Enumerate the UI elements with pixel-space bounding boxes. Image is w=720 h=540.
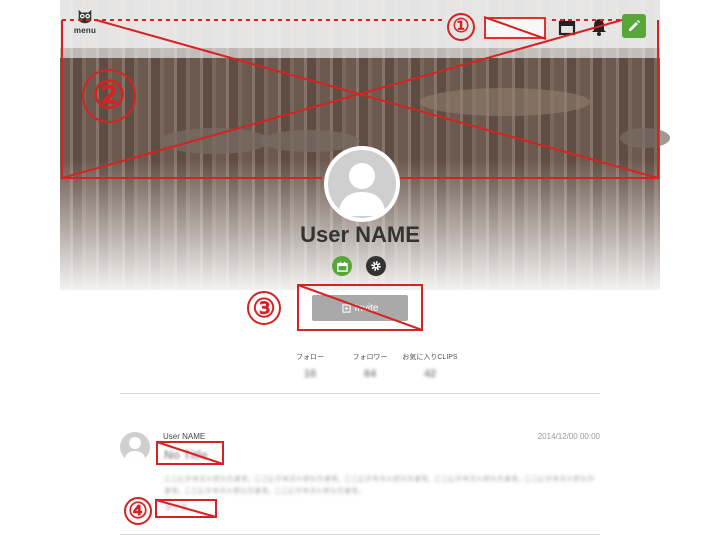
post-item[interactable]: User NAME 2014/12/00 00:00 No Title ここにテ… — [120, 430, 600, 520]
invite-button[interactable]: Invite — [312, 295, 408, 321]
invite-icon — [341, 303, 351, 313]
stat-value: 42 — [423, 368, 437, 380]
stat-value: 64 — [363, 368, 377, 380]
post-user-name[interactable]: User NAME — [163, 432, 205, 441]
post-tag[interactable]: タグ名 — [164, 502, 188, 513]
calendar-icon — [336, 261, 348, 272]
calendar-badge[interactable] — [332, 256, 352, 276]
profile-stats: フォロー 10 フォロワー 64 お気に入りCLIPS 42 — [280, 352, 460, 380]
profile-page: menu User NAME Invite フォロー 10 フォロワー 64 お… — [0, 0, 720, 540]
avatar[interactable] — [328, 150, 396, 218]
post-body: ここにテキストが入ります。ここにテキストが入ります。ここにテキストが入ります。こ… — [164, 476, 595, 495]
stat-value: 10 — [303, 368, 317, 380]
post-date: 2014/12/00 00:00 — [537, 432, 600, 441]
edit-button[interactable] — [622, 14, 646, 38]
annotation-2: ② — [82, 69, 136, 123]
header-divider — [60, 48, 660, 58]
stat-label: お気に入りCLIPS — [402, 354, 458, 361]
annotation-3: ③ — [247, 291, 281, 325]
bell-icon — [592, 19, 606, 36]
settings-badge[interactable] — [366, 256, 386, 276]
user-silhouette-icon — [124, 437, 146, 462]
annotation-1: ① — [447, 13, 475, 41]
invite-label: Invite — [354, 302, 379, 314]
profile-badges — [332, 256, 386, 276]
pencil-icon — [629, 20, 640, 31]
search-input[interactable] — [484, 17, 546, 39]
stat-label: フォロー — [296, 354, 324, 361]
stat-follow[interactable]: フォロー 10 — [280, 352, 340, 380]
menu-button[interactable]: menu — [70, 8, 100, 42]
calendar-button[interactable] — [556, 16, 578, 38]
gear-icon — [371, 261, 381, 271]
notifications-button[interactable] — [588, 16, 610, 38]
stat-followers[interactable]: フォロワー 64 — [340, 352, 400, 380]
section-divider — [120, 393, 600, 394]
post-title[interactable]: No Title — [164, 448, 208, 462]
section-divider — [120, 534, 600, 535]
annotation-4: ④ — [124, 497, 152, 525]
post-avatar[interactable] — [120, 432, 150, 462]
user-silhouette-icon — [338, 163, 386, 216]
calendar-icon — [558, 19, 576, 36]
menu-label: menu — [73, 26, 97, 35]
stat-favorite-clips[interactable]: お気に入りCLIPS 42 — [400, 352, 460, 380]
owl-menu-icon — [78, 9, 92, 24]
stat-label: フォロワー — [352, 354, 388, 361]
user-name: User NAME — [300, 222, 420, 247]
avatar-frame — [324, 146, 400, 222]
